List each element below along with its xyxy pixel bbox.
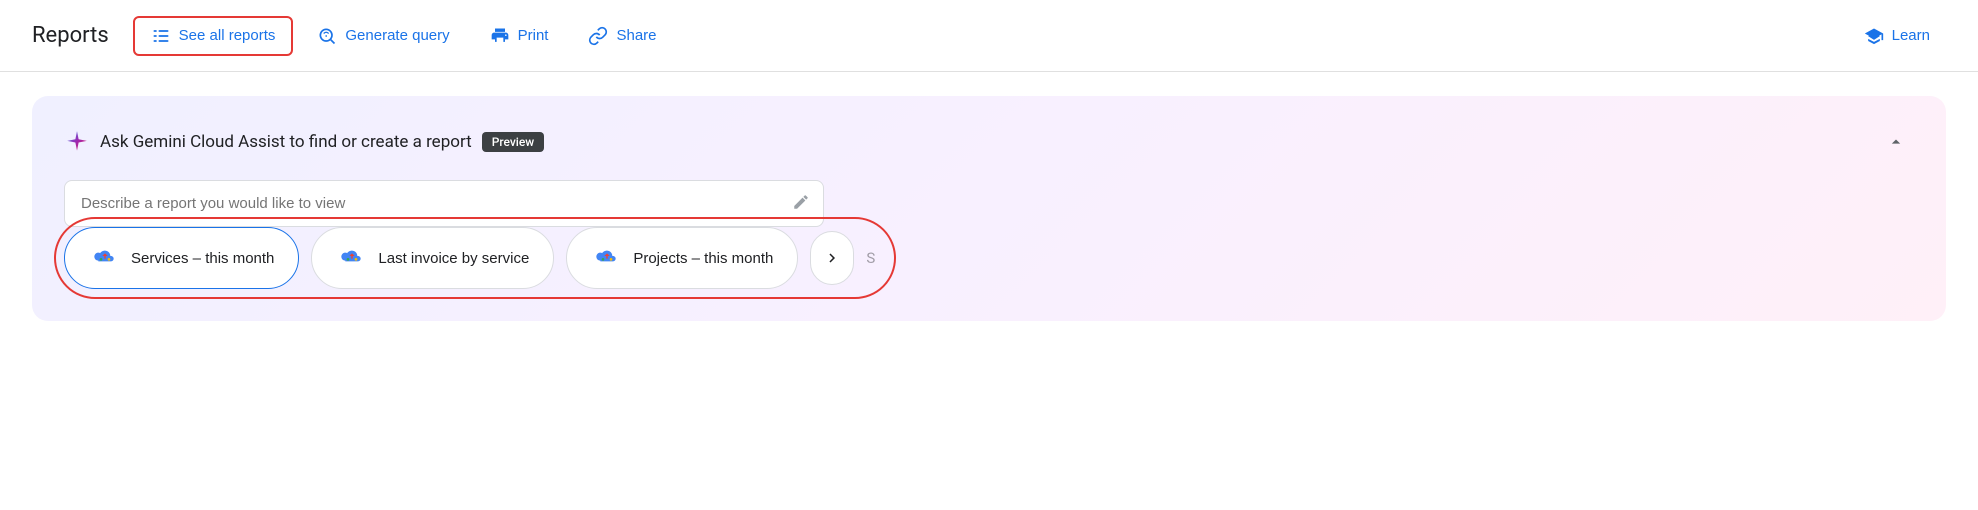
print-icon xyxy=(490,26,510,46)
learn-icon xyxy=(1864,26,1884,46)
list-icon xyxy=(151,26,171,46)
generate-query-icon xyxy=(317,26,337,46)
quick-action-last-invoice[interactable]: Last invoice by service xyxy=(311,227,554,289)
learn-button[interactable]: Learn xyxy=(1848,18,1946,54)
see-all-reports-button[interactable]: See all reports xyxy=(133,16,294,56)
google-cloud-logo-2 xyxy=(336,242,368,274)
generate-query-button[interactable]: Generate query xyxy=(301,18,465,54)
google-cloud-logo-1 xyxy=(89,242,121,274)
gemini-panel-title: Ask Gemini Cloud Assist to find or creat… xyxy=(100,132,472,152)
quick-action-label-1: Last invoice by service xyxy=(378,250,529,267)
quick-actions-overflow: S xyxy=(866,249,886,267)
generate-query-label: Generate query xyxy=(345,27,449,44)
gemini-title-row: Ask Gemini Cloud Assist to find or creat… xyxy=(64,129,544,155)
quick-action-label-0: Services – this month xyxy=(131,250,274,267)
learn-label: Learn xyxy=(1892,27,1930,44)
toolbar: Reports See all reports Generate query xyxy=(0,0,1978,72)
quick-action-services-month[interactable]: Services – this month xyxy=(64,227,299,289)
gemini-header: Ask Gemini Cloud Assist to find or creat… xyxy=(64,124,1914,160)
see-all-reports-label: See all reports xyxy=(179,27,276,44)
gemini-search-input[interactable] xyxy=(64,180,824,227)
print-label: Print xyxy=(518,27,549,44)
google-cloud-logo-3 xyxy=(591,242,623,274)
share-icon xyxy=(588,26,608,46)
preview-badge: Preview xyxy=(482,132,545,152)
collapse-button[interactable] xyxy=(1878,124,1914,160)
share-label: Share xyxy=(616,27,656,44)
quick-action-projects-month[interactable]: Projects – this month xyxy=(566,227,798,289)
gemini-input-wrap xyxy=(64,180,824,227)
gemini-panel: Ask Gemini Cloud Assist to find or creat… xyxy=(32,96,1946,321)
quick-actions-container: Services – this month Last invoice by se… xyxy=(64,227,886,289)
page-title: Reports xyxy=(32,23,109,48)
print-button[interactable]: Print xyxy=(474,18,565,54)
share-button[interactable]: Share xyxy=(572,18,672,54)
quick-action-label-2: Projects – this month xyxy=(633,250,773,267)
quick-actions-next-button[interactable] xyxy=(810,231,854,285)
sparkle-icon xyxy=(64,129,90,155)
gemini-edit-icon xyxy=(792,193,810,215)
